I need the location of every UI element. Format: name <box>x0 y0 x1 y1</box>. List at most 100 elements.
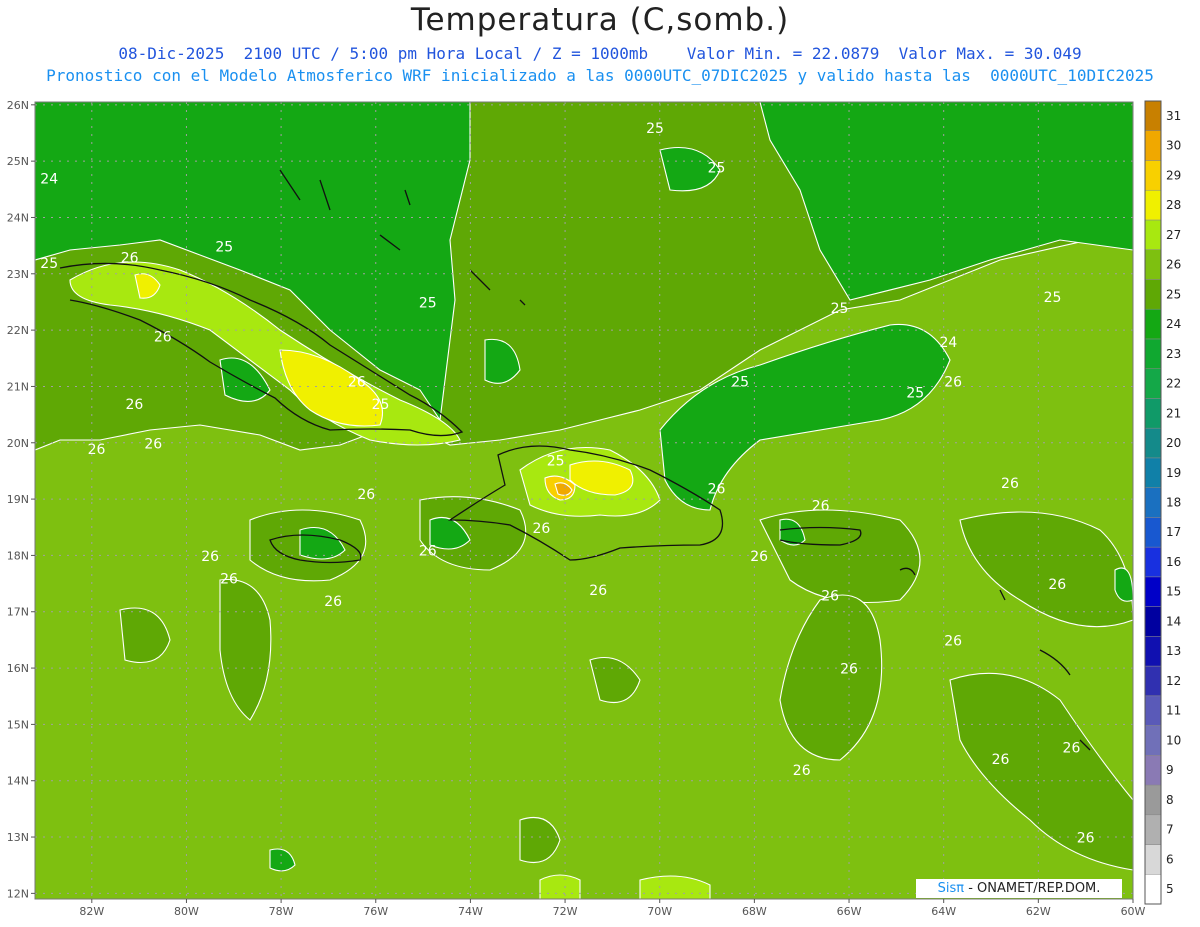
contour-label: 25 <box>831 301 849 317</box>
contour-label: 26 <box>121 251 139 267</box>
colorbar-label: 12 <box>1166 674 1181 688</box>
lat-tick-label: 16N <box>7 662 29 675</box>
colorbar-label: 8 <box>1166 793 1174 807</box>
lat-tick-label: 15N <box>7 718 29 731</box>
contour-label: 26 <box>1048 577 1066 593</box>
contour-label: 26 <box>154 329 172 345</box>
colorbar-swatch <box>1144 844 1162 875</box>
contour-label: 26 <box>144 436 162 452</box>
longitude-axis: 82W 80W 78W 76W 74W 72W 70W 68W 66W 64W 62W 60W <box>79 899 1146 918</box>
contour-label: 26 <box>793 763 811 779</box>
colorbar-label: 11 <box>1166 704 1181 718</box>
contour-label: 26 <box>992 752 1010 768</box>
contour-label: 25 <box>372 397 390 413</box>
colorbar-label: 15 <box>1166 585 1181 599</box>
contour-label: 26 <box>88 442 106 458</box>
lon-tick-label: 76W <box>363 905 388 918</box>
lon-tick-label: 64W <box>931 905 956 918</box>
contour-label: 26 <box>324 594 342 610</box>
contour-label: 25 <box>419 296 437 312</box>
colorbar-swatch <box>1144 160 1162 191</box>
colorbar-label: 17 <box>1166 525 1181 539</box>
colorbar-swatch <box>1144 427 1162 459</box>
lat-tick-label: 14N <box>7 775 29 788</box>
colorbar-swatch <box>1144 814 1162 845</box>
lat-tick-label: 24N <box>7 211 29 224</box>
contour-label: 26 <box>419 543 437 559</box>
contour-label: 26 <box>589 583 607 599</box>
lon-tick-label: 66W <box>837 905 862 918</box>
lon-tick-label: 60W <box>1121 905 1146 918</box>
colorbar-label: 27 <box>1166 228 1181 242</box>
colorbar-swatch <box>1144 338 1162 369</box>
lon-tick-label: 72W <box>553 905 578 918</box>
colorbar-label: 6 <box>1166 852 1174 866</box>
lat-tick-label: 19N <box>7 493 29 506</box>
lat-tick-label: 13N <box>7 831 29 844</box>
colorbar-label: 19 <box>1166 466 1181 480</box>
contour-label: 26 <box>812 498 830 514</box>
lat-tick-label: 22N <box>7 324 29 337</box>
lon-tick-label: 68W <box>742 905 767 918</box>
colorbar-swatch <box>1144 308 1162 340</box>
colorbar-swatch <box>1144 368 1162 399</box>
latitude-axis: 26N 25N 24N 23N 22N 21N 20N 19N 18N 17N 16N 15N 14N 1… <box>7 99 35 900</box>
contour-label: 25 <box>40 256 58 272</box>
colorbar-label: 14 <box>1166 614 1181 628</box>
credit-brand: Sisπ <box>937 881 965 896</box>
contour-label: 26 <box>840 662 858 678</box>
credit-text: - ONAMET/REP.DOM. <box>964 881 1101 896</box>
colorbar-swatch <box>1144 487 1162 518</box>
contour-label: 25 <box>906 386 924 402</box>
colorbar-label: 18 <box>1166 496 1181 510</box>
colorbar-label: 7 <box>1166 823 1174 837</box>
contour-label: 26 <box>1077 831 1095 847</box>
contour-label: 26 <box>1063 741 1081 757</box>
temperature-map: 24 25 26 25 26 26 26 26 26 25 25 26 26 26 26 26 26 25 26 25… <box>7 99 1182 918</box>
colorbar-swatch <box>1144 130 1162 161</box>
lat-tick-label: 21N <box>7 380 29 393</box>
lon-tick-label: 78W <box>269 905 294 918</box>
colorbar-label: 26 <box>1166 258 1181 272</box>
colorbar-swatch <box>1144 784 1162 816</box>
colorbar-swatch <box>1144 279 1162 310</box>
colorbar-swatch <box>1144 457 1162 488</box>
contour-label: 26 <box>220 572 238 588</box>
colorbar-label: 25 <box>1166 287 1181 301</box>
lat-tick-label: 12N <box>7 887 29 900</box>
colorbar-label: 30 <box>1166 139 1181 153</box>
colorbar-swatch <box>1144 665 1162 697</box>
lat-tick-label: 17N <box>7 606 29 619</box>
colorbar-swatch <box>1144 725 1162 756</box>
contour-label: 25 <box>547 453 565 469</box>
colorbar-swatch <box>1144 695 1162 726</box>
colorbar-swatch <box>1144 219 1162 250</box>
colorbar-legend: 5 6 7 8 9 10 11 12 13 14 15 16 17 18 19 20 21 22 23 24 25 26 2… <box>1144 100 1181 905</box>
colorbar-label: 13 <box>1166 644 1181 658</box>
colorbar-label: 16 <box>1166 555 1181 569</box>
colorbar-swatch <box>1144 874 1162 905</box>
colorbar-swatch <box>1144 636 1162 667</box>
colorbar-swatch <box>1144 189 1162 221</box>
lon-tick-label: 80W <box>174 905 199 918</box>
lon-tick-label: 82W <box>79 905 104 918</box>
colorbar-swatch <box>1144 100 1162 131</box>
colorbar-swatch <box>1144 546 1162 578</box>
lat-tick-label: 18N <box>7 549 29 562</box>
lat-tick-label: 20N <box>7 437 29 450</box>
contour-label: 26 <box>821 588 839 604</box>
colorbar-label: 10 <box>1166 733 1181 747</box>
colorbar-label: 23 <box>1166 347 1181 361</box>
colorbar-swatch <box>1144 576 1162 607</box>
contour-label: 25 <box>215 239 233 255</box>
colorbar-label: 28 <box>1166 198 1181 212</box>
colorbar-swatch <box>1144 398 1162 429</box>
colorbar-label: 24 <box>1166 317 1181 331</box>
contour-label: 26 <box>357 487 375 503</box>
contour-label: 24 <box>940 335 958 351</box>
colorbar-label: 21 <box>1166 406 1181 420</box>
contour-label: 25 <box>1044 290 1062 306</box>
colorbar-label: 31 <box>1166 109 1181 123</box>
contour-label: 25 <box>646 121 664 137</box>
colorbar-swatch <box>1144 249 1162 280</box>
